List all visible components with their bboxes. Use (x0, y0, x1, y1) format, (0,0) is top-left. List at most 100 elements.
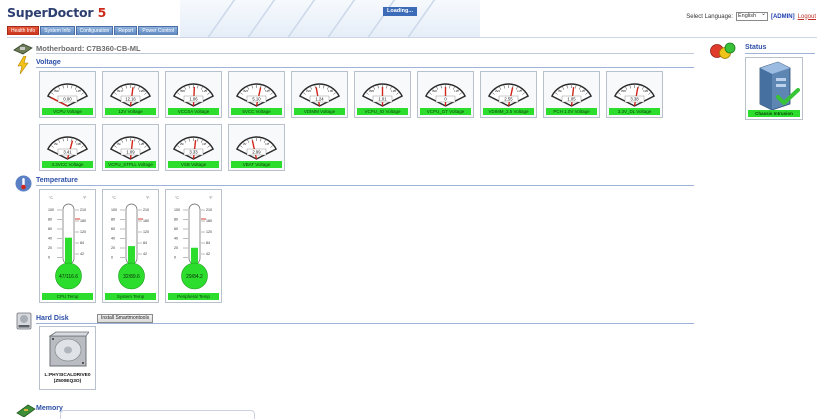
loading-indicator: Loading... (383, 7, 417, 16)
gauge-readout: 3.33 (189, 150, 198, 155)
main-tabs: Health Info System Info Configuration Repor… (7, 26, 179, 35)
voltage-gauge[interactable]: 2.7 3.5 2.99 VBAT Voltage (228, 124, 285, 171)
voltage-gauge[interactable]: 0.9 1.15 1.05 PCH 1.0V Voltage (543, 71, 600, 118)
gauge-dial: 0.9 1.15 1.05 (550, 83, 593, 107)
voltage-label: PCH 1.0V Voltage (546, 108, 597, 115)
gauge-max-label: 13.63 (139, 89, 146, 93)
celsius-tick: 80 (48, 218, 52, 222)
gauge-max-label: 1.15 (391, 89, 397, 93)
tab-power-control[interactable]: Power Control (138, 26, 179, 35)
thermometer-graphic: °C °F 100 80 60 40 20 0 210 180 120 84 42 29/84.2 (174, 196, 213, 290)
celsius-tick: 20 (48, 246, 52, 250)
temperature-reading: 32/89.6 (123, 274, 140, 280)
gauge-dial: 0.85 1.25 1.06 (172, 83, 215, 107)
temperature-reading: 29/84.2 (186, 274, 203, 280)
memory-panel (60, 410, 255, 419)
install-smartmontools-button[interactable]: Install Smartmontools (97, 314, 154, 323)
fahrenheit-tick: 84 (206, 241, 210, 245)
motherboard-icon (13, 43, 33, 55)
hard-disk-line (36, 323, 694, 324)
thermometer-graphic: °C °F 100 80 60 40 20 0 210 180 120 84 42 47/116.6 (48, 196, 87, 290)
voltage-label: 5VCC Voltage (231, 108, 282, 115)
voltage-gauge[interactable]: 2.9 3.60 3.41 3.3VCC Voltage (39, 124, 96, 171)
voltage-label: VCPU_IO Voltage (357, 108, 408, 115)
temperature-title: Temperature (36, 177, 78, 184)
voltage-gauge[interactable]: 2.23 2.75 2.55 VDIMM_2.5 Voltage (480, 71, 537, 118)
voltage-label: VCPU Voltage (42, 108, 93, 115)
fahrenheit-tick: 120 (80, 230, 86, 234)
voltage-gauge[interactable]: 2.85 3.63 3.38 3.3V_DL Voltage (606, 71, 663, 118)
gauge-dial: 0.00 1.67 0.00 (46, 83, 89, 107)
gauge-min-label: 2.9 (54, 142, 58, 146)
drive-serial: (Z500EQ3O) (53, 379, 82, 384)
gauge-dial: 2.7 3.5 2.99 (235, 136, 278, 160)
drive-icon (48, 331, 89, 367)
gauge-min-label: 0.85 (369, 89, 375, 93)
gauge-dial: 2.9 3.60 3.41 (46, 136, 89, 160)
voltage-gauge[interactable]: 1.06 1.52 1.24 VDIMM Voltage (291, 71, 348, 118)
temperature-gauge[interactable]: °C °F 100 80 60 40 20 0 210 180 120 84 42 32/89.6 Syst… (102, 189, 159, 303)
gauge-max-label: 1.15 (580, 89, 586, 93)
voltage-gauge[interactable]: 0.00 1.67 0 VCPU_GT Voltage (417, 71, 474, 118)
fahrenheit-tick: 84 (143, 241, 147, 245)
gauge-max-label: 3.6 (202, 142, 206, 146)
voltage-gauge[interactable]: 0.85 1.25 1.06 VCCSA Voltage (165, 71, 222, 118)
voltage-label: 3.3VCC Voltage (42, 161, 93, 168)
gauge-min-label: 2.85 (621, 89, 627, 93)
gauge-dial: 1.06 1.52 1.24 (298, 83, 341, 107)
gauge-min-label: 1.06 (306, 89, 312, 93)
lightning-icon (17, 56, 29, 74)
voltage-label: VSB Voltage (168, 161, 219, 168)
voltage-gauge[interactable]: 10.27 13.63 12.16 12V Voltage (102, 71, 159, 118)
tab-configuration[interactable]: Configuration (75, 26, 114, 35)
voltage-gauge[interactable]: 4.25 5.67 5.10 5VCC Voltage (228, 71, 285, 118)
voltage-title: Voltage (36, 59, 61, 66)
gauge-min-label: 0.00 (432, 89, 438, 93)
temperature-line (36, 185, 694, 186)
drive-label: L:PHYSICALDRIVE0 (Z500EQ3O) (40, 373, 95, 385)
gauge-max-label: 3.5 (265, 142, 269, 146)
language-area: Select Language: English [ADMIN] Logout (686, 11, 816, 21)
hard-disk-card[interactable]: L:PHYSICALDRIVE0 (Z500EQ3O) (39, 326, 96, 390)
gauge-readout: 1.24 (315, 97, 324, 102)
tab-report[interactable]: Report (114, 26, 138, 35)
temperature-gauge[interactable]: °C °F 100 80 60 40 20 0 210 180 120 84 42 47/116.6 CPU… (39, 189, 96, 303)
celsius-unit: °C (112, 196, 116, 200)
voltage-label: VCPU_GT Voltage (420, 108, 471, 115)
gauge-dial: 0.00 1.670 (424, 83, 467, 107)
temperature-label: Peripheral Temp (168, 293, 219, 300)
voltage-gauge[interactable]: 2.9 3.6 3.33 VSB Voltage (165, 124, 222, 171)
gauge-max-label: 1.25 (139, 142, 145, 146)
traffic-light-icon (710, 42, 736, 59)
gauge-readout: 1.06 (189, 97, 198, 102)
temperature-label: CPU Temp (42, 293, 93, 300)
chassis-intrusion-card[interactable]: Chassis Intrusion (745, 57, 803, 120)
celsius-tick: 80 (111, 218, 115, 222)
celsius-tick: 40 (111, 237, 115, 241)
logout-link[interactable]: Logout (798, 14, 816, 20)
gauge-min-label: 0.00 (54, 89, 60, 93)
language-select[interactable]: English (735, 11, 768, 21)
header-decoration (180, 0, 480, 38)
voltage-gauge[interactable]: 0.9 1.25 1.09 VCPU_STPLL Voltage (102, 124, 159, 171)
voltage-gauge[interactable]: 0.85 1.15 1.01 VCPU_IO Voltage (354, 71, 411, 118)
fahrenheit-tick: 120 (206, 230, 212, 234)
fahrenheit-unit: °F (209, 196, 213, 200)
fahrenheit-tick: 180 (80, 219, 86, 223)
fahrenheit-tick: 210 (206, 208, 212, 212)
tab-system-info[interactable]: System Info (40, 26, 75, 35)
tab-health-info[interactable]: Health Info (7, 26, 40, 35)
voltage-gauge[interactable]: 0.00 1.67 0.00 VCPU Voltage (39, 71, 96, 118)
temperature-gauge[interactable]: °C °F 100 80 60 40 20 0 210 180 120 84 42 29/84.2 Peri… (165, 189, 222, 303)
gauge-dial: 0.85 1.15 1.01 (361, 83, 404, 107)
gauge-min-label: 4.25 (243, 89, 249, 93)
gauge-dial: 2.85 3.63 3.38 (613, 83, 656, 107)
gauge-dial: 10.27 13.6312.16 (109, 83, 152, 107)
gauge-max-label: 1.25 (202, 89, 208, 93)
voltage-label: VDIMM_2.5 Voltage (483, 108, 534, 115)
celsius-tick: 0 (48, 256, 50, 260)
gauge-min-label: 10.27 (117, 89, 124, 93)
gauge-dial: 2.9 3.6 3.33 (172, 136, 215, 160)
motherboard-title: Motherboard: C7B360-CB-ML (36, 44, 141, 53)
gauge-max-label: 3.60 (76, 142, 82, 146)
